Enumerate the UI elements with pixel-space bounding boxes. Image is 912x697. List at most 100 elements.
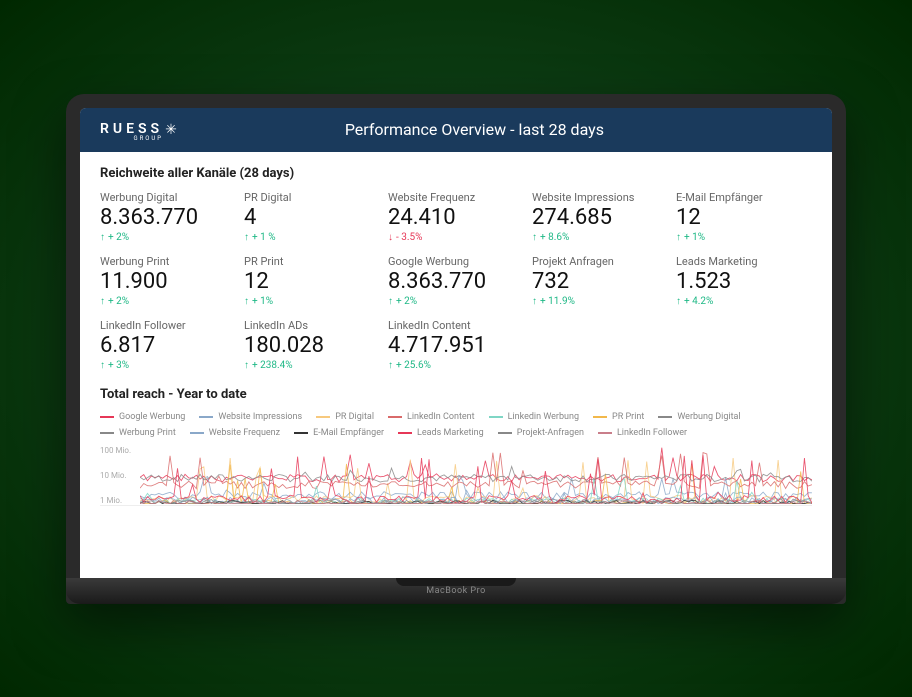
chart-legend: Google Werbung Website Impressions PR Digi… — [100, 412, 812, 438]
legend-swatch — [294, 432, 308, 434]
snowflake-icon: ✳ — [165, 122, 177, 138]
metric-value: 732 — [532, 270, 668, 294]
legend-item: LinkedIn Content — [388, 412, 475, 422]
metric-card: Projekt Anfragen 732 ↑+ 11.9% — [532, 255, 668, 307]
section-reach-title: Reichweite aller Kanäle (28 days) — [100, 166, 812, 181]
metric-card: LinkedIn Follower6.817↑+ 3% — [100, 319, 236, 371]
arrow-up-icon: ↑ — [676, 232, 681, 243]
metric-change: ↑+ 25.6% — [388, 360, 524, 371]
screen: RUESS GROUP ✳ Performance Overview - las… — [80, 108, 832, 578]
metric-value: 12 — [244, 270, 380, 294]
y-tick-label: 100 Mio. — [100, 446, 131, 455]
legend-swatch — [598, 432, 612, 434]
y-tick-label: 1 Mio. — [100, 496, 131, 505]
legend-label: Werbung Print — [119, 428, 176, 438]
arrow-up-icon: ↑ — [244, 360, 249, 371]
metric-value: 11.900 — [100, 270, 236, 294]
metric-label: LinkedIn Follower — [100, 319, 236, 332]
legend-swatch — [190, 432, 204, 434]
legend-swatch — [498, 432, 512, 434]
metric-card: PR Digital4↑+ 1 % — [244, 191, 380, 243]
y-tick-label: 10 Mio. — [100, 471, 131, 480]
metric-label: Website Frequenz — [388, 191, 524, 204]
metric-change: ↑+ 238.4% — [244, 360, 380, 371]
legend-label: PR Print — [612, 412, 644, 422]
metrics-grid: Werbung Digital8.363.770↑+ 2%PR Digital4… — [100, 191, 812, 372]
chart-area: 100 Mio. 10 Mio. 1 Mio. — [100, 446, 812, 506]
legend-item: Werbung Print — [100, 428, 176, 438]
brand-logo: RUESS GROUP ✳ — [100, 118, 177, 142]
legend-swatch — [100, 432, 114, 434]
metric-value: 24.410 — [388, 206, 524, 230]
legend-item: Website Impressions — [199, 412, 302, 422]
metric-label: Werbung Print — [100, 255, 236, 268]
legend-swatch — [388, 416, 402, 418]
legend-swatch — [489, 416, 503, 418]
metric-change-text: + 2% — [108, 232, 129, 243]
legend-swatch — [658, 416, 672, 418]
metric-change: ↑+ 1 % — [244, 232, 380, 243]
metric-card: LinkedIn Content 4.717.951 ↑+ 25.6% — [388, 319, 524, 371]
metric-change-text: + 25.6% — [396, 360, 431, 371]
metric-value: 274.685 — [532, 206, 668, 230]
legend-swatch — [316, 416, 330, 418]
metric-change: ↑+ 2% — [388, 296, 524, 307]
legend-item: Google Werbung — [100, 412, 185, 422]
metric-card: Werbung Digital 8.363.770 ↑+ 2% — [100, 191, 236, 243]
legend-label: Google Werbung — [119, 412, 185, 422]
metric-value: 180.028 — [244, 334, 380, 358]
metric-label: Werbung Digital — [100, 191, 236, 204]
metric-card: Website Frequenz 24.410 ↓- 3.5% — [388, 191, 524, 243]
metric-change: ↑+ 1% — [244, 296, 380, 307]
arrow-up-icon: ↑ — [100, 296, 105, 307]
page-title: Performance Overview - last 28 days — [217, 120, 732, 139]
metric-change-text: + 4.2% — [684, 296, 713, 307]
legend-swatch — [100, 416, 114, 418]
metric-value: 1.523 — [676, 270, 812, 294]
metric-label: PR Print — [244, 255, 380, 268]
metric-label: Leads Marketing — [676, 255, 812, 268]
chart-series-line — [140, 448, 812, 482]
legend-item: Werbung Digital — [658, 412, 740, 422]
metric-label: Projekt Anfragen — [532, 255, 668, 268]
metric-change-text: - 3.5% — [396, 232, 422, 243]
metric-value: 8.363.770 — [100, 206, 236, 230]
metric-change: ↑+ 8.6% — [532, 232, 668, 243]
legend-label: Website Frequenz — [209, 428, 280, 438]
metric-label: LinkedIn ADs — [244, 319, 380, 332]
legend-item: PR Digital — [316, 412, 374, 422]
metric-value: 6.817 — [100, 334, 236, 358]
legend-item: E-Mail Empfänger — [294, 428, 384, 438]
metric-change: ↑+ 4.2% — [676, 296, 812, 307]
metric-value: 4.717.951 — [388, 334, 524, 358]
legend-item: Website Frequenz — [190, 428, 280, 438]
arrow-up-icon: ↑ — [244, 232, 249, 243]
metric-label: E-Mail Empfänger — [676, 191, 812, 204]
legend-label: LinkedIn Follower — [617, 428, 687, 438]
arrow-up-icon: ↑ — [532, 296, 537, 307]
content: Reichweite aller Kanäle (28 days) Werbun… — [80, 152, 832, 521]
metric-card: PR Print 12 ↑+ 1% — [244, 255, 380, 307]
metric-change-text: + 11.9% — [540, 296, 575, 307]
metric-change-text: + 1 % — [252, 232, 276, 243]
header: RUESS GROUP ✳ Performance Overview - las… — [80, 108, 832, 152]
arrow-up-icon: ↑ — [532, 232, 537, 243]
legend-item: Linkedin Werbung — [489, 412, 579, 422]
metric-card: Werbung Print11.900↑+ 2% — [100, 255, 236, 307]
legend-swatch — [593, 416, 607, 418]
legend-item: Projekt-Anfragen — [498, 428, 584, 438]
legend-label: PR Digital — [335, 412, 374, 422]
legend-label: Leads Marketing — [417, 428, 484, 438]
metric-change: ↑+ 2% — [100, 232, 236, 243]
chart-plot — [140, 446, 812, 504]
legend-label: LinkedIn Content — [407, 412, 475, 422]
legend-swatch — [398, 432, 412, 434]
arrow-up-icon: ↑ — [244, 296, 249, 307]
arrow-down-icon: ↓ — [388, 232, 393, 243]
metric-label: LinkedIn Content — [388, 319, 524, 332]
device-label: MacBook Pro — [426, 586, 485, 596]
metric-card: E-Mail Empfänger12↑+ 1% — [676, 191, 812, 243]
arrow-up-icon: ↑ — [676, 296, 681, 307]
laptop-base: MacBook Pro — [66, 578, 846, 604]
metric-card: Leads Marketing 1.523 ↑+ 4.2% — [676, 255, 812, 307]
